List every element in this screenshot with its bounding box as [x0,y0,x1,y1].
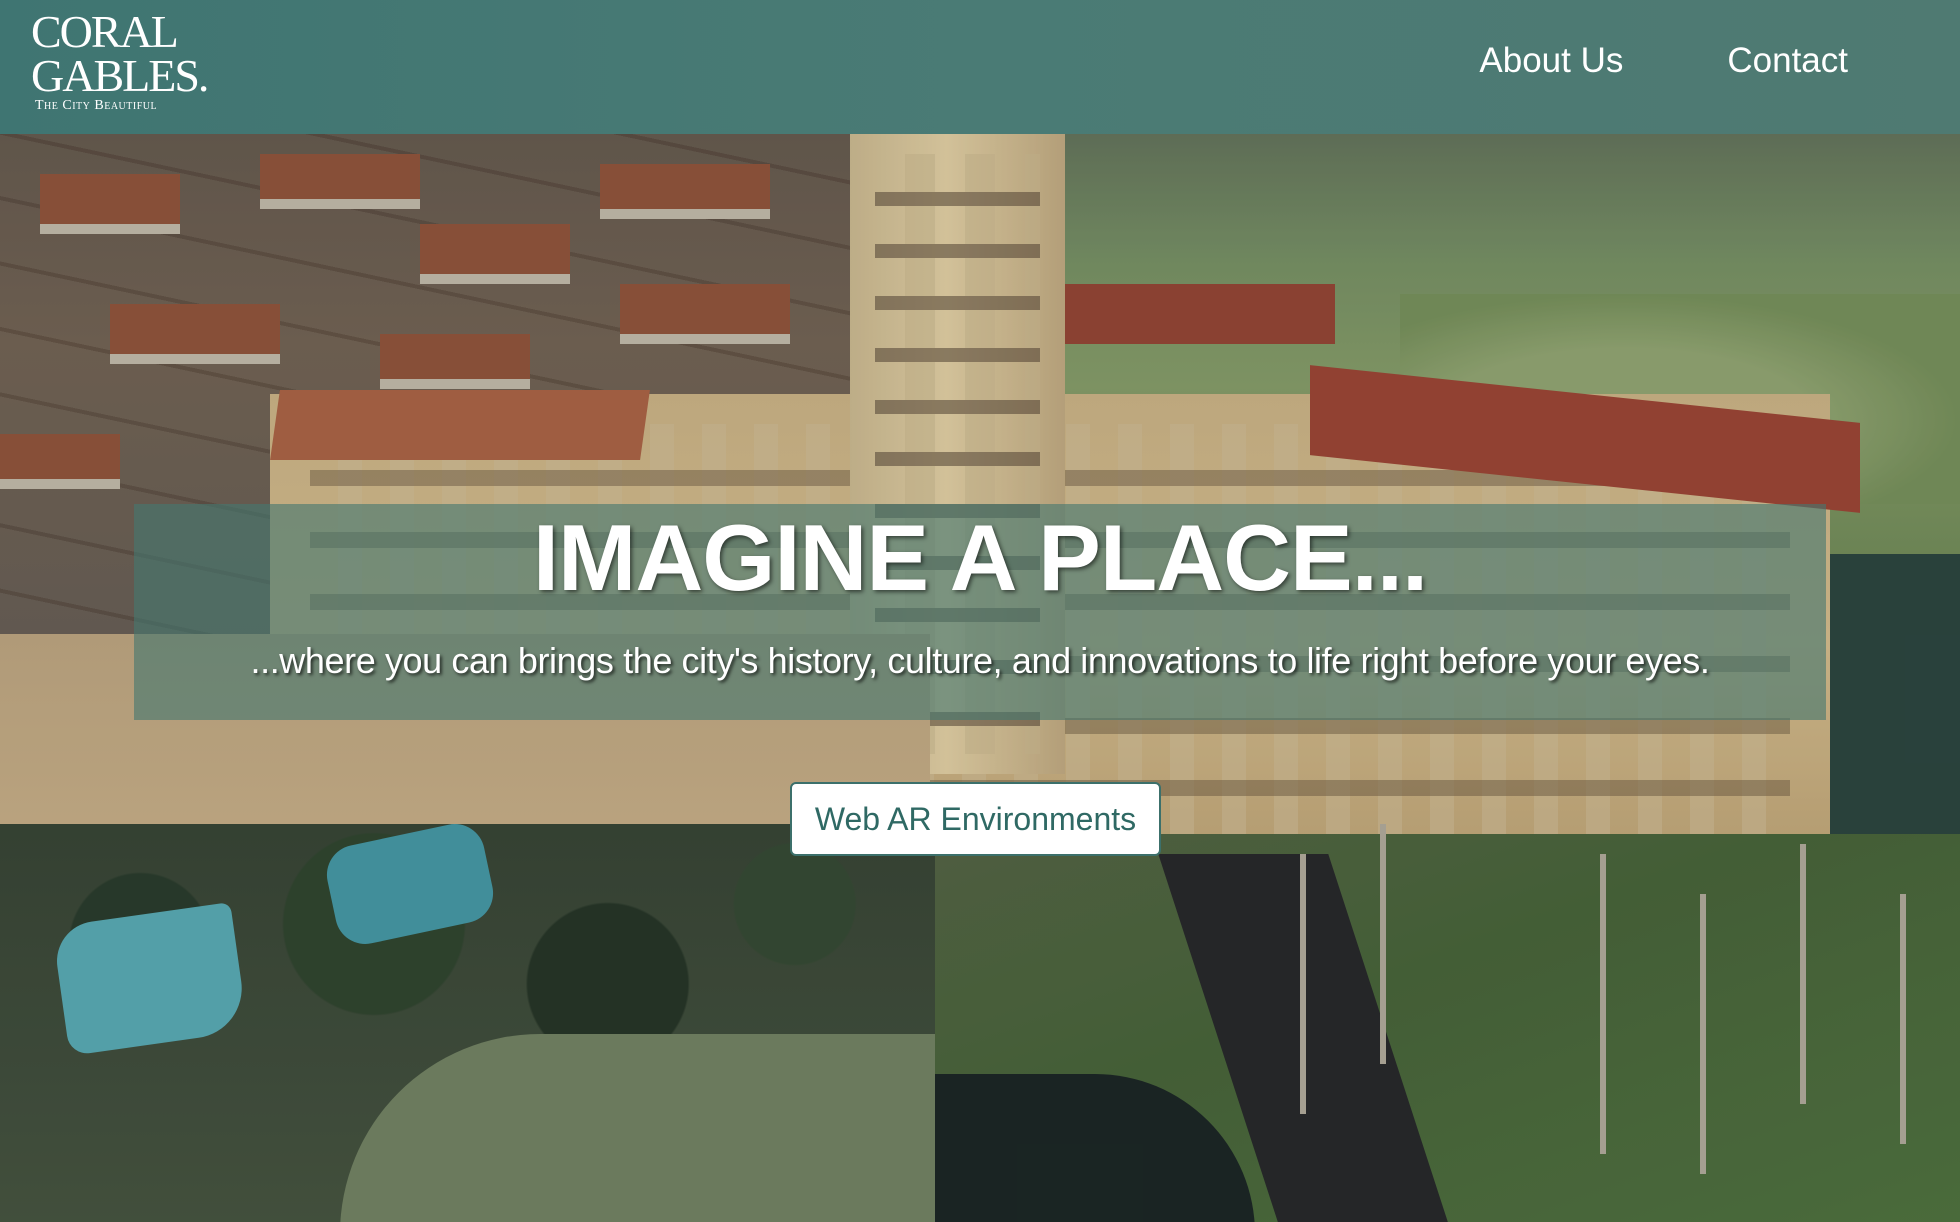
logo-wordmark-line1: CORAL [31,6,179,57]
main-nav: About Us Contact [1479,36,1848,86]
web-ar-environments-button[interactable]: Web AR Environments [790,782,1161,856]
coral-gables-logo[interactable]: CORAL GABLES. The City Beautiful [31,6,209,114]
site-header: CORAL GABLES. The City Beautiful About U… [0,0,1960,134]
hero-subtitle: ...where you can brings the city's histo… [250,640,1710,681]
hero-title: IMAGINE A PLACE... [532,505,1428,610]
nav-contact-link[interactable]: Contact [1727,36,1848,86]
nav-about-us-link[interactable]: About Us [1479,36,1623,86]
logo-wordmark-line2: GABLES. [31,50,209,101]
